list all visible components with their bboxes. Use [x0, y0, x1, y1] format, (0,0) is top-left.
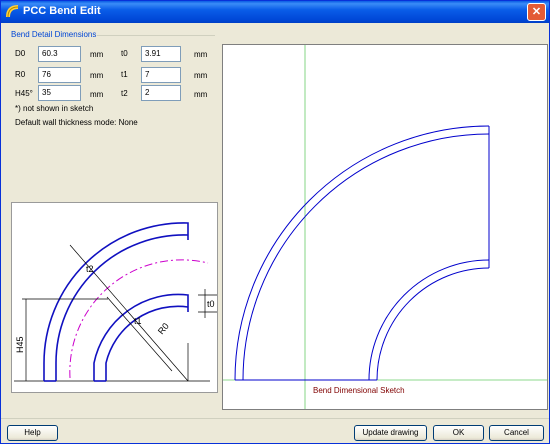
r0-label: R0	[15, 70, 26, 79]
sketch-label-t2: t2	[86, 264, 94, 274]
dimensional-sketch-drawing: Bend Dimensional Sketch	[223, 45, 547, 409]
wall-mode-note: Default wall thickness mode: None	[15, 118, 138, 127]
t1-input[interactable]: 7	[141, 67, 181, 83]
h45-input[interactable]: 35	[38, 85, 81, 101]
ok-button[interactable]: OK	[433, 425, 484, 441]
d0-input[interactable]: 60.3	[38, 46, 81, 62]
bottom-separator	[1, 418, 549, 419]
t2-unit: mm	[194, 90, 208, 99]
r0-unit: mm	[90, 71, 104, 80]
t1-unit: mm	[194, 71, 208, 80]
group-title: Bend Detail Dimensions	[11, 30, 97, 39]
sketch-caption: Bend Dimensional Sketch	[313, 386, 405, 395]
sketch-label-t0: t0	[207, 299, 215, 309]
r0-input[interactable]: 76	[38, 67, 81, 83]
sketch-label-h45: H45	[15, 336, 25, 353]
sketch-label-t1: t1	[134, 316, 142, 326]
window-title: PCC Bend Edit	[23, 5, 101, 17]
t2-label: t2	[121, 89, 128, 98]
t2-input[interactable]: 2	[141, 85, 181, 101]
bend-schematic-drawing: t2 t1 R0 t0 H45	[14, 222, 217, 382]
help-button[interactable]: Help	[7, 425, 58, 441]
group-divider	[97, 35, 215, 36]
t1-label: t1	[121, 70, 128, 79]
t0-label: t0	[121, 49, 128, 58]
close-icon: ✕	[531, 6, 542, 18]
d0-label: D0	[15, 49, 26, 58]
h45-unit: mm	[90, 90, 104, 99]
sketch-label-r0: R0	[156, 321, 171, 336]
update-drawing-button[interactable]: Update drawing	[354, 425, 427, 441]
close-button[interactable]: ✕	[527, 3, 546, 21]
bend-edit-dialog: PCC Bend Edit ✕ Bend Detail Dimensions D…	[0, 0, 550, 444]
title-bar[interactable]: PCC Bend Edit ✕	[1, 1, 549, 23]
dimensional-sketch-panel: Bend Dimensional Sketch	[222, 44, 548, 410]
h45-label: H45°	[15, 89, 33, 98]
t0-unit: mm	[194, 50, 208, 59]
pipe-bend-icon	[6, 5, 19, 18]
bend-schematic: t2 t1 R0 t0 H45	[11, 202, 218, 393]
d0-unit: mm	[90, 50, 104, 59]
t0-input[interactable]: 3.91	[141, 46, 181, 62]
cancel-button[interactable]: Cancel	[489, 425, 544, 441]
not-shown-note: *) not shown in sketch	[15, 104, 94, 113]
